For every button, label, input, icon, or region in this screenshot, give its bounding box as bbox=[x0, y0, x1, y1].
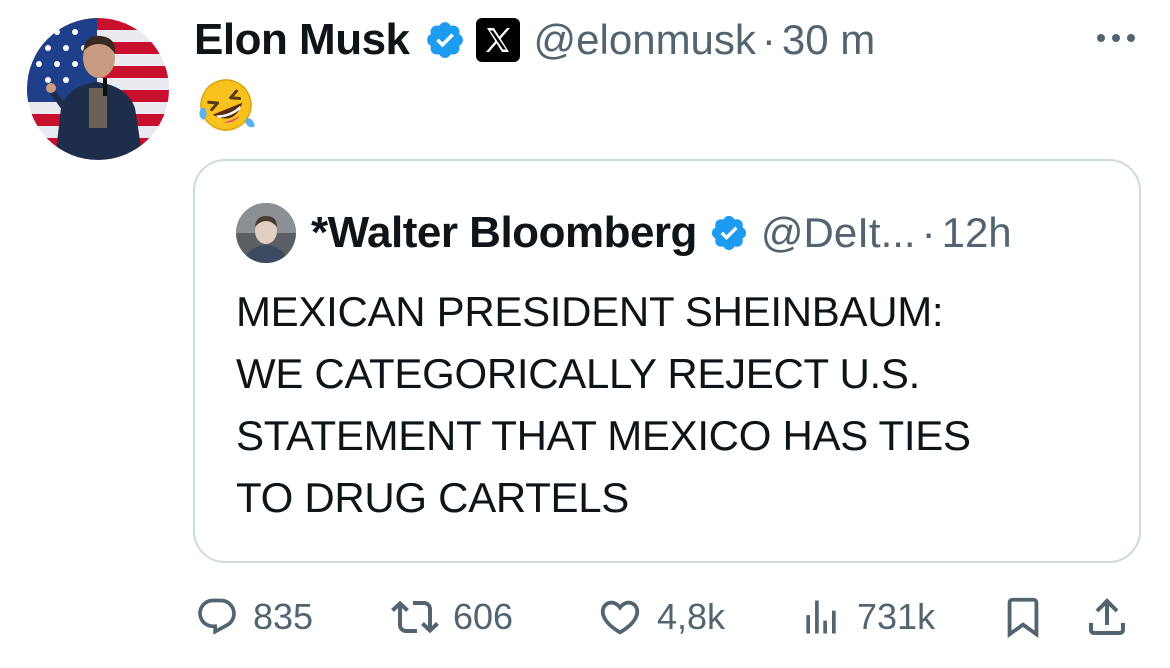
separator-dot: · bbox=[921, 209, 936, 256]
quoted-tweet-header: *Walter Bloomberg @DeIt... · 12h bbox=[311, 204, 1012, 262]
reply-button[interactable]: 835 bbox=[195, 590, 313, 644]
verified-badge-icon[interactable] bbox=[709, 213, 749, 253]
bookmark-button[interactable] bbox=[1000, 590, 1046, 644]
like-button[interactable]: 4,8k bbox=[597, 590, 725, 644]
heart-icon bbox=[600, 600, 640, 635]
reply-count: 835 bbox=[253, 596, 314, 637]
bookmark-icon bbox=[1007, 597, 1039, 638]
repost-icon bbox=[391, 600, 439, 634]
tweet-timestamp[interactable]: 30 m bbox=[782, 16, 875, 64]
quoted-text-line: MEXICAN PRESIDENT SHEINBAUM: bbox=[236, 288, 944, 335]
tweet-emoji: 🤣 bbox=[197, 76, 255, 134]
quoted-text-line: TO DRUG CARTELS bbox=[236, 474, 630, 521]
repost-button[interactable]: 606 bbox=[391, 590, 513, 644]
quoted-author-handle[interactable]: @DeIt... bbox=[761, 209, 916, 257]
x-logo-icon[interactable] bbox=[474, 16, 522, 64]
quoted-author-name[interactable]: *Walter Bloomberg bbox=[311, 208, 697, 258]
quoted-text-line: STATEMENT THAT MEXICO HAS TIES bbox=[236, 412, 971, 459]
author-handle[interactable]: @elonmusk bbox=[534, 16, 756, 64]
author-avatar[interactable] bbox=[27, 18, 169, 160]
tweet-action-bar: 835 606 4,8k 731k bbox=[195, 590, 1140, 644]
repost-count: 606 bbox=[453, 596, 514, 637]
share-button[interactable] bbox=[1083, 590, 1131, 644]
quoted-tweet-text: MEXICAN PRESIDENT SHEINBAUM: WE CATEGORI… bbox=[236, 281, 1116, 529]
like-count: 4,8k bbox=[657, 596, 726, 637]
quoted-tweet-timestamp[interactable]: 12h bbox=[942, 209, 1012, 257]
quoted-text-line: WE CATEGORICALLY REJECT U.S. bbox=[236, 350, 920, 397]
separator-dot: · bbox=[761, 16, 776, 63]
quoted-tweet-card[interactable]: *Walter Bloomberg @DeIt... · 12h MEXICAN… bbox=[193, 159, 1141, 563]
reply-icon bbox=[198, 598, 236, 635]
quoted-author-avatar[interactable] bbox=[236, 203, 296, 263]
verified-badge-icon[interactable] bbox=[424, 19, 466, 61]
author-name[interactable]: Elon Musk bbox=[194, 15, 410, 65]
share-icon bbox=[1089, 598, 1125, 635]
views-button[interactable]: 731k bbox=[799, 590, 935, 644]
view-count: 731k bbox=[857, 596, 936, 637]
views-chart-icon bbox=[806, 600, 836, 634]
tweet-header: Elon Musk @elonmusk · 30 m bbox=[194, 10, 875, 70]
more-options-icon[interactable] bbox=[1093, 26, 1139, 50]
